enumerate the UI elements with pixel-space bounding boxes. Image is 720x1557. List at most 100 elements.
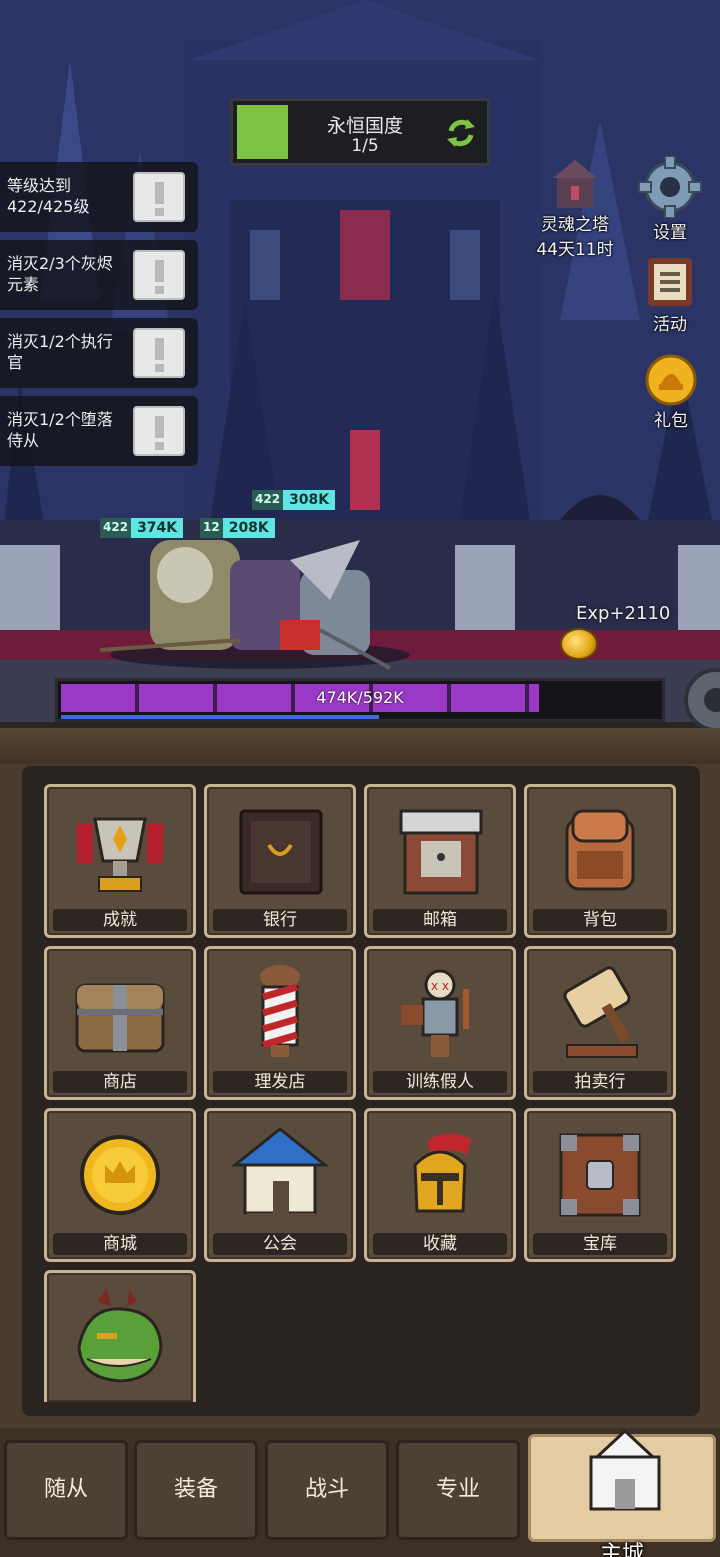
trophy-icon [77,817,163,892]
soul-tower-button[interactable]: 灵魂之塔 44天11时 [530,158,620,260]
battle-scene: 永恒国度 1/5 等级达到422/425级 消灭2/3个灰烬元素 消灭1/2个执… [0,0,720,728]
gavel-icon [563,966,638,1058]
stage-progress-fill [237,105,288,159]
nav-label: 主城 [599,1542,644,1557]
quest-item[interactable]: 等级达到422/425级 [0,162,198,232]
building-backpack[interactable]: 背包 [524,784,676,938]
building-label: 理发店 [213,1071,347,1093]
quest-text: 消灭1/2个执行官 [7,332,113,372]
dragon-icon [77,1289,163,1383]
nav-followers[interactable]: 随从 [4,1440,128,1540]
building-label: 训练假人 [373,1071,507,1093]
nav-profession[interactable]: 专业 [396,1440,520,1540]
gift-button[interactable]: 礼包 [636,354,706,431]
hero-hp-tag: 12 208K [200,518,275,538]
hero-hp: 374K [131,518,184,538]
soul-tower-label: 灵魂之塔 [541,215,609,235]
building-label: 成就 [53,909,187,931]
nav-label: 战斗 [304,1477,349,1502]
building-label: 宝库 [533,1233,667,1255]
nav-label: 专业 [435,1477,480,1502]
building-achievements[interactable]: 成就 [44,784,196,938]
castle-icon [589,1429,661,1511]
building-shop[interactable]: 商店 [44,946,196,1100]
settings-button[interactable]: 设置 [632,156,708,243]
building-dragon[interactable] [44,1270,196,1402]
nav-battle[interactable]: 战斗 [265,1440,389,1540]
building-mall[interactable]: 商城 [44,1108,196,1262]
quest-item[interactable]: 消灭1/2个堕落侍从 [0,396,198,466]
hero-hp: 208K [222,518,275,538]
building-label: 公会 [213,1233,347,1255]
nav-label: 装备 [173,1477,218,1502]
vault-icon [559,1133,641,1217]
hero-level: 422 [100,518,132,538]
bottom-nav: 随从 装备 战斗 专业 主城 [0,1428,720,1557]
stage-banner[interactable]: 永恒国度 1/5 [230,98,490,166]
building-auction[interactable]: 拍卖行 [524,946,676,1100]
building-label: 拍卖行 [533,1071,667,1093]
building-label: 邮箱 [373,909,507,931]
boss-hp-label: 474K/592K [316,688,404,707]
training-dummy-icon: x x [401,969,469,1057]
stage-name: 永恒国度 [326,115,403,137]
gift-coin-icon [645,354,697,406]
building-label: 商店 [53,1071,187,1093]
quest-text: 消灭2/3个灰烬元素 [7,254,113,294]
settings-label: 设置 [653,223,687,243]
gift-label: 礼包 [654,411,688,431]
refresh-icon[interactable] [443,115,479,151]
nav-label: 随从 [43,1477,88,1502]
building-barber[interactable]: 理发店 [204,946,356,1100]
quest-item[interactable]: 消灭1/2个执行官 [0,318,198,388]
hero-level: 12 [200,518,223,538]
hero-hp: 308K [283,490,336,510]
events-label: 活动 [653,315,687,335]
hero-hp-tag: 422 308K [252,490,336,510]
barber-pole-icon [260,965,300,1057]
scroll-icon [648,258,692,306]
nav-main-city[interactable]: 主城 [528,1429,716,1557]
building-label: 背包 [533,909,667,931]
soul-tower-timer: 44天11时 [536,240,614,260]
building-grid: 成就 银行 邮箱 背包 商店 理发店 x x 训练假人 拍卖行 商城 公会 收藏… [22,766,700,1416]
soul-tower-icon [553,160,597,208]
nav-equipment[interactable]: 装备 [134,1440,258,1540]
chest-icon [75,983,165,1053]
boss-shield-bar [61,715,379,719]
quest-text: 消灭1/2个堕落侍从 [7,410,113,450]
boss-hp-bar: 474K/592K [55,678,665,722]
stage-progress: 1/5 [351,136,379,156]
safe-icon [239,809,323,895]
alert-icon[interactable] [133,406,185,456]
alert-icon[interactable] [133,328,185,378]
svg-text:x x: x x [431,979,449,993]
hero-hp-tag: 422 374K [100,518,184,538]
exp-gain-text: Exp+2110 [576,603,671,624]
alert-icon[interactable] [133,172,185,222]
coin-drop-icon[interactable] [560,628,598,660]
quest-text: 等级达到422/425级 [7,176,90,216]
building-treasury[interactable]: 宝库 [524,1108,676,1262]
gear-icon [638,156,702,218]
building-label: 商城 [53,1233,187,1255]
building-label: 银行 [213,909,347,931]
building-collection[interactable]: 收藏 [364,1108,516,1262]
building-mailbox[interactable]: 邮箱 [364,784,516,938]
building-guild[interactable]: 公会 [204,1108,356,1262]
building-label: 收藏 [373,1233,507,1255]
alert-icon[interactable] [133,250,185,300]
backpack-icon [565,809,635,891]
guild-house-icon [230,1127,330,1219]
mailbox-icon [399,809,483,895]
hero-level: 422 [252,490,284,510]
helmet-icon [413,1133,471,1213]
gold-coin-icon [80,1135,160,1215]
city-panel: 成就 银行 邮箱 背包 商店 理发店 x x 训练假人 拍卖行 商城 公会 收藏… [0,728,720,1428]
building-bank[interactable]: 银行 [204,784,356,938]
quest-item[interactable]: 消灭2/3个灰烬元素 [0,240,198,310]
building-training-dummy[interactable]: x x 训练假人 [364,946,516,1100]
auto-battle-gear-icon[interactable] [676,660,720,728]
game-screen: { "stage": {"name": "永恒国度", "progress": … [0,0,720,1557]
events-button[interactable]: 活动 [628,254,712,335]
